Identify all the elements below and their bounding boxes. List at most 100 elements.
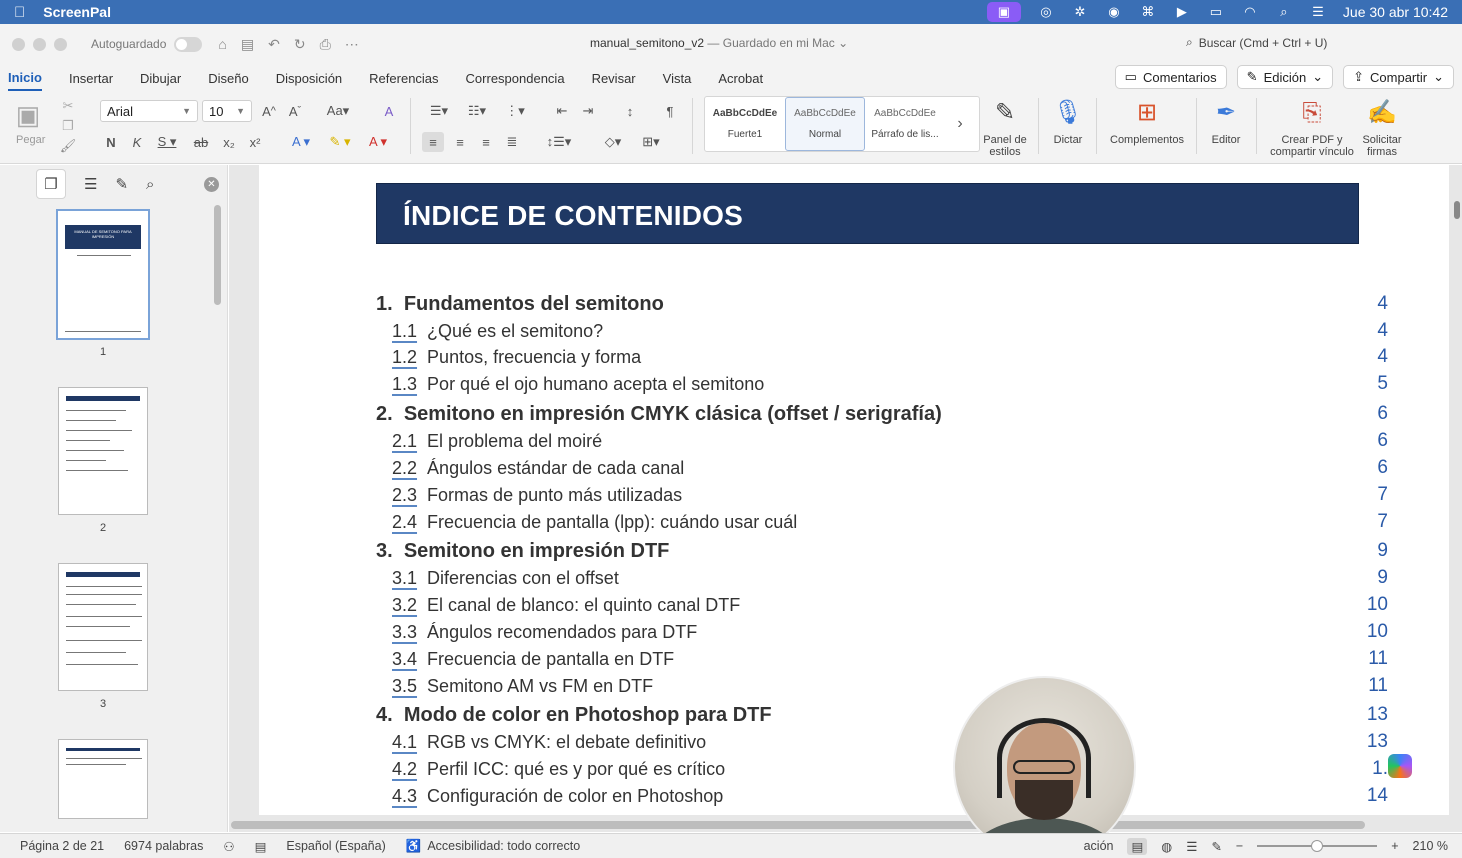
more-icon[interactable]: ⋯ — [345, 36, 359, 53]
grow-font-icon[interactable]: A ^ — [260, 102, 278, 120]
align-right-icon[interactable]: ≡ — [476, 132, 496, 152]
comments-pane-icon[interactable]: ✎ — [115, 175, 128, 193]
screenpal-icon[interactable]: ▣ — [986, 2, 1021, 22]
chevron-right-icon[interactable]: › — [945, 97, 975, 151]
document-title[interactable]: manual_semitono_v2 — Guardado en mi Mac … — [590, 36, 848, 50]
align-left-icon[interactable]: ≡ — [422, 132, 444, 152]
increase-indent-icon[interactable]: ⇥ — [578, 102, 598, 120]
accessibility-status[interactable]: ♿ Accesibilidad: todo correcto — [406, 839, 580, 854]
style-fuerte1[interactable]: AaBbCcDdEe Fuerte1 — [705, 97, 785, 151]
highlight-icon[interactable]: ✎ ▾ — [324, 134, 356, 150]
style-parrafo-lista[interactable]: AaBbCcDdEe Párrafo de lis... — [865, 97, 945, 151]
shading-icon[interactable]: ◇▾ — [596, 132, 630, 152]
draft-view-icon[interactable]: ✎ — [1211, 839, 1221, 854]
tab-inicio[interactable]: Inicio — [8, 66, 42, 91]
decrease-indent-icon[interactable]: ⇤ — [552, 102, 572, 120]
play-icon[interactable]: ▶ — [1173, 4, 1191, 19]
word-count[interactable]: 6974 palabras — [124, 839, 203, 853]
format-painter-icon[interactable]: 🖌 — [60, 138, 77, 154]
close-window-button[interactable] — [12, 37, 25, 51]
horizontal-scrollbar[interactable] — [231, 821, 1365, 829]
sync-icon[interactable]: ✲ — [1071, 4, 1089, 19]
underline-icon[interactable]: S ▾ — [155, 134, 179, 150]
tab-diseno[interactable]: Diseño — [208, 67, 248, 90]
tab-revisar[interactable]: Revisar — [592, 67, 636, 90]
search-icon[interactable]: ⌕ — [1275, 4, 1293, 19]
page-thumbnail[interactable] — [58, 563, 148, 691]
page-thumbnail[interactable]: MANUAL DE SEMITONO PARA IMPRESIÓN — [56, 209, 150, 340]
comments-button[interactable]: ▭ Comentarios — [1114, 65, 1227, 89]
document-scrollbar[interactable] — [1454, 201, 1460, 219]
page-thumbnail[interactable] — [58, 739, 148, 819]
multilevel-list-icon[interactable]: ⋮▾ — [500, 102, 530, 120]
toc-chapter[interactable]: 2. Semitono en impresión CMYK clásica (o… — [376, 401, 1388, 427]
print-icon[interactable]: ⎙ — [320, 36, 331, 53]
toc-subsection[interactable]: 3.3 Ángulos recomendados para DTF 10 — [376, 619, 1388, 645]
change-case-icon[interactable]: Aa▾ — [326, 102, 350, 120]
grid-icon[interactable]: ⌘ — [1139, 4, 1157, 19]
create-pdf-button[interactable]: ⎘ Crear PDF y compartir vínculo — [1266, 96, 1358, 159]
request-signatures-button[interactable]: ✍ Solicitar firmas — [1360, 96, 1404, 159]
addins-button[interactable]: ⊞ Complementos — [1106, 96, 1188, 147]
tab-dibujar[interactable]: Dibujar — [140, 67, 181, 90]
focus-label[interactable]: ación — [1084, 839, 1114, 853]
nav-scrollbar[interactable] — [214, 205, 221, 305]
shrink-font-icon[interactable]: Aˇ — [286, 102, 304, 120]
toc-subsection[interactable]: 3.4 Frecuencia de pantalla en DTF 11 — [376, 646, 1388, 672]
zoom-slider[interactable] — [1257, 840, 1378, 852]
line-spacing-icon[interactable]: ↕☰▾ — [542, 132, 576, 152]
justify-icon[interactable]: ≣ — [502, 132, 522, 152]
zoom-level[interactable]: 210 % — [1413, 839, 1448, 853]
tab-disposicion[interactable]: Disposición — [276, 67, 342, 90]
numbering-icon[interactable]: ☷▾ — [462, 102, 492, 120]
toc-subsection[interactable]: 4.1 RGB vs CMYK: el debate definitivo 13 — [376, 729, 1388, 755]
proofing-icon[interactable]: ▤ — [255, 839, 267, 854]
thumbnails-icon[interactable]: ❐ — [36, 169, 66, 199]
track-changes-icon[interactable]: ⚇ — [223, 839, 234, 854]
outline-view-icon[interactable]: ☰ — [1186, 839, 1197, 854]
copy-icon[interactable]: ❐ — [60, 118, 76, 134]
toc-subsection[interactable]: 2.1 El problema del moiré 6 — [376, 428, 1388, 454]
wifi-icon[interactable]: ◠ — [1241, 4, 1259, 19]
save-icon[interactable]: ▤ — [241, 36, 254, 53]
copilot-icon[interactable] — [1388, 754, 1412, 778]
toc-chapter[interactable]: 4. Modo de color en Photoshop para DTF 13 — [376, 702, 1388, 728]
toc-subsection[interactable]: 1.3 Por qué el ojo humano acepta el semi… — [376, 371, 1388, 397]
search-icon[interactable]: ⌕ — [146, 176, 154, 193]
toc-subsection[interactable]: 1.1 ¿Qué es el semitono? 4 — [376, 318, 1388, 344]
page-thumbnail[interactable] — [58, 387, 148, 515]
clear-formatting-icon[interactable]: A — [380, 102, 398, 120]
bullets-icon[interactable]: ☰▾ — [424, 102, 454, 120]
toc-chapter[interactable]: 1. Fundamentos del semitono 4 — [376, 291, 1388, 317]
tab-insertar[interactable]: Insertar — [69, 67, 113, 90]
clipboard-icon[interactable]: ▣ — [12, 98, 44, 132]
print-layout-icon[interactable]: ▤ — [1127, 837, 1148, 855]
editing-button[interactable]: ✎ Edición ⌄ — [1236, 65, 1334, 89]
styles-pane-button[interactable]: ✎ Panel de estilos — [982, 96, 1028, 159]
tab-referencias[interactable]: Referencias — [369, 67, 438, 90]
webcam-overlay[interactable] — [953, 676, 1136, 858]
zoom-slider-knob[interactable] — [1311, 840, 1324, 852]
tab-acrobat[interactable]: Acrobat — [718, 67, 763, 90]
toc-subsection[interactable]: 1.2 Puntos, frecuencia y forma 4 — [376, 344, 1388, 370]
battery-icon[interactable]: ▭ — [1207, 4, 1225, 19]
italic-icon[interactable]: K — [129, 134, 145, 150]
font-name-select[interactable]: Arial ▼ — [100, 100, 198, 122]
editor-button[interactable]: ✒ Editor — [1206, 96, 1246, 147]
language[interactable]: Español (España) — [286, 839, 385, 853]
font-size-select[interactable]: 10 ▼ — [202, 100, 252, 122]
cut-icon[interactable]: ✂ — [60, 98, 76, 114]
toc-chapter[interactable]: 3. Semitono en impresión DTF 9 — [376, 538, 1388, 564]
close-icon[interactable]: ✕ — [204, 176, 219, 192]
toc-subsection[interactable]: 3.1 Diferencias con el offset 9 — [376, 565, 1388, 591]
text-effects-icon[interactable]: A ▾ — [286, 134, 316, 150]
show-formatting-icon[interactable]: ¶ — [660, 102, 680, 120]
web-layout-icon[interactable]: ◍ — [1161, 839, 1172, 854]
style-normal[interactable]: AaBbCcDdEe Normal — [785, 97, 865, 151]
outline-icon[interactable]: ☰ — [84, 175, 97, 193]
toc-subsection[interactable]: 2.3 Formas de punto más utilizadas 7 — [376, 482, 1388, 508]
toc-subsection[interactable]: 4.3 Configuración de color en Photoshop 1… — [376, 783, 1388, 809]
zoom-out-icon[interactable]: − — [1236, 839, 1243, 853]
toc-subsection[interactable]: 4.2 Perfil ICC: qué es y por qué es crít… — [376, 756, 1388, 782]
dictate-button[interactable]: 🎙 Dictar — [1050, 96, 1086, 147]
